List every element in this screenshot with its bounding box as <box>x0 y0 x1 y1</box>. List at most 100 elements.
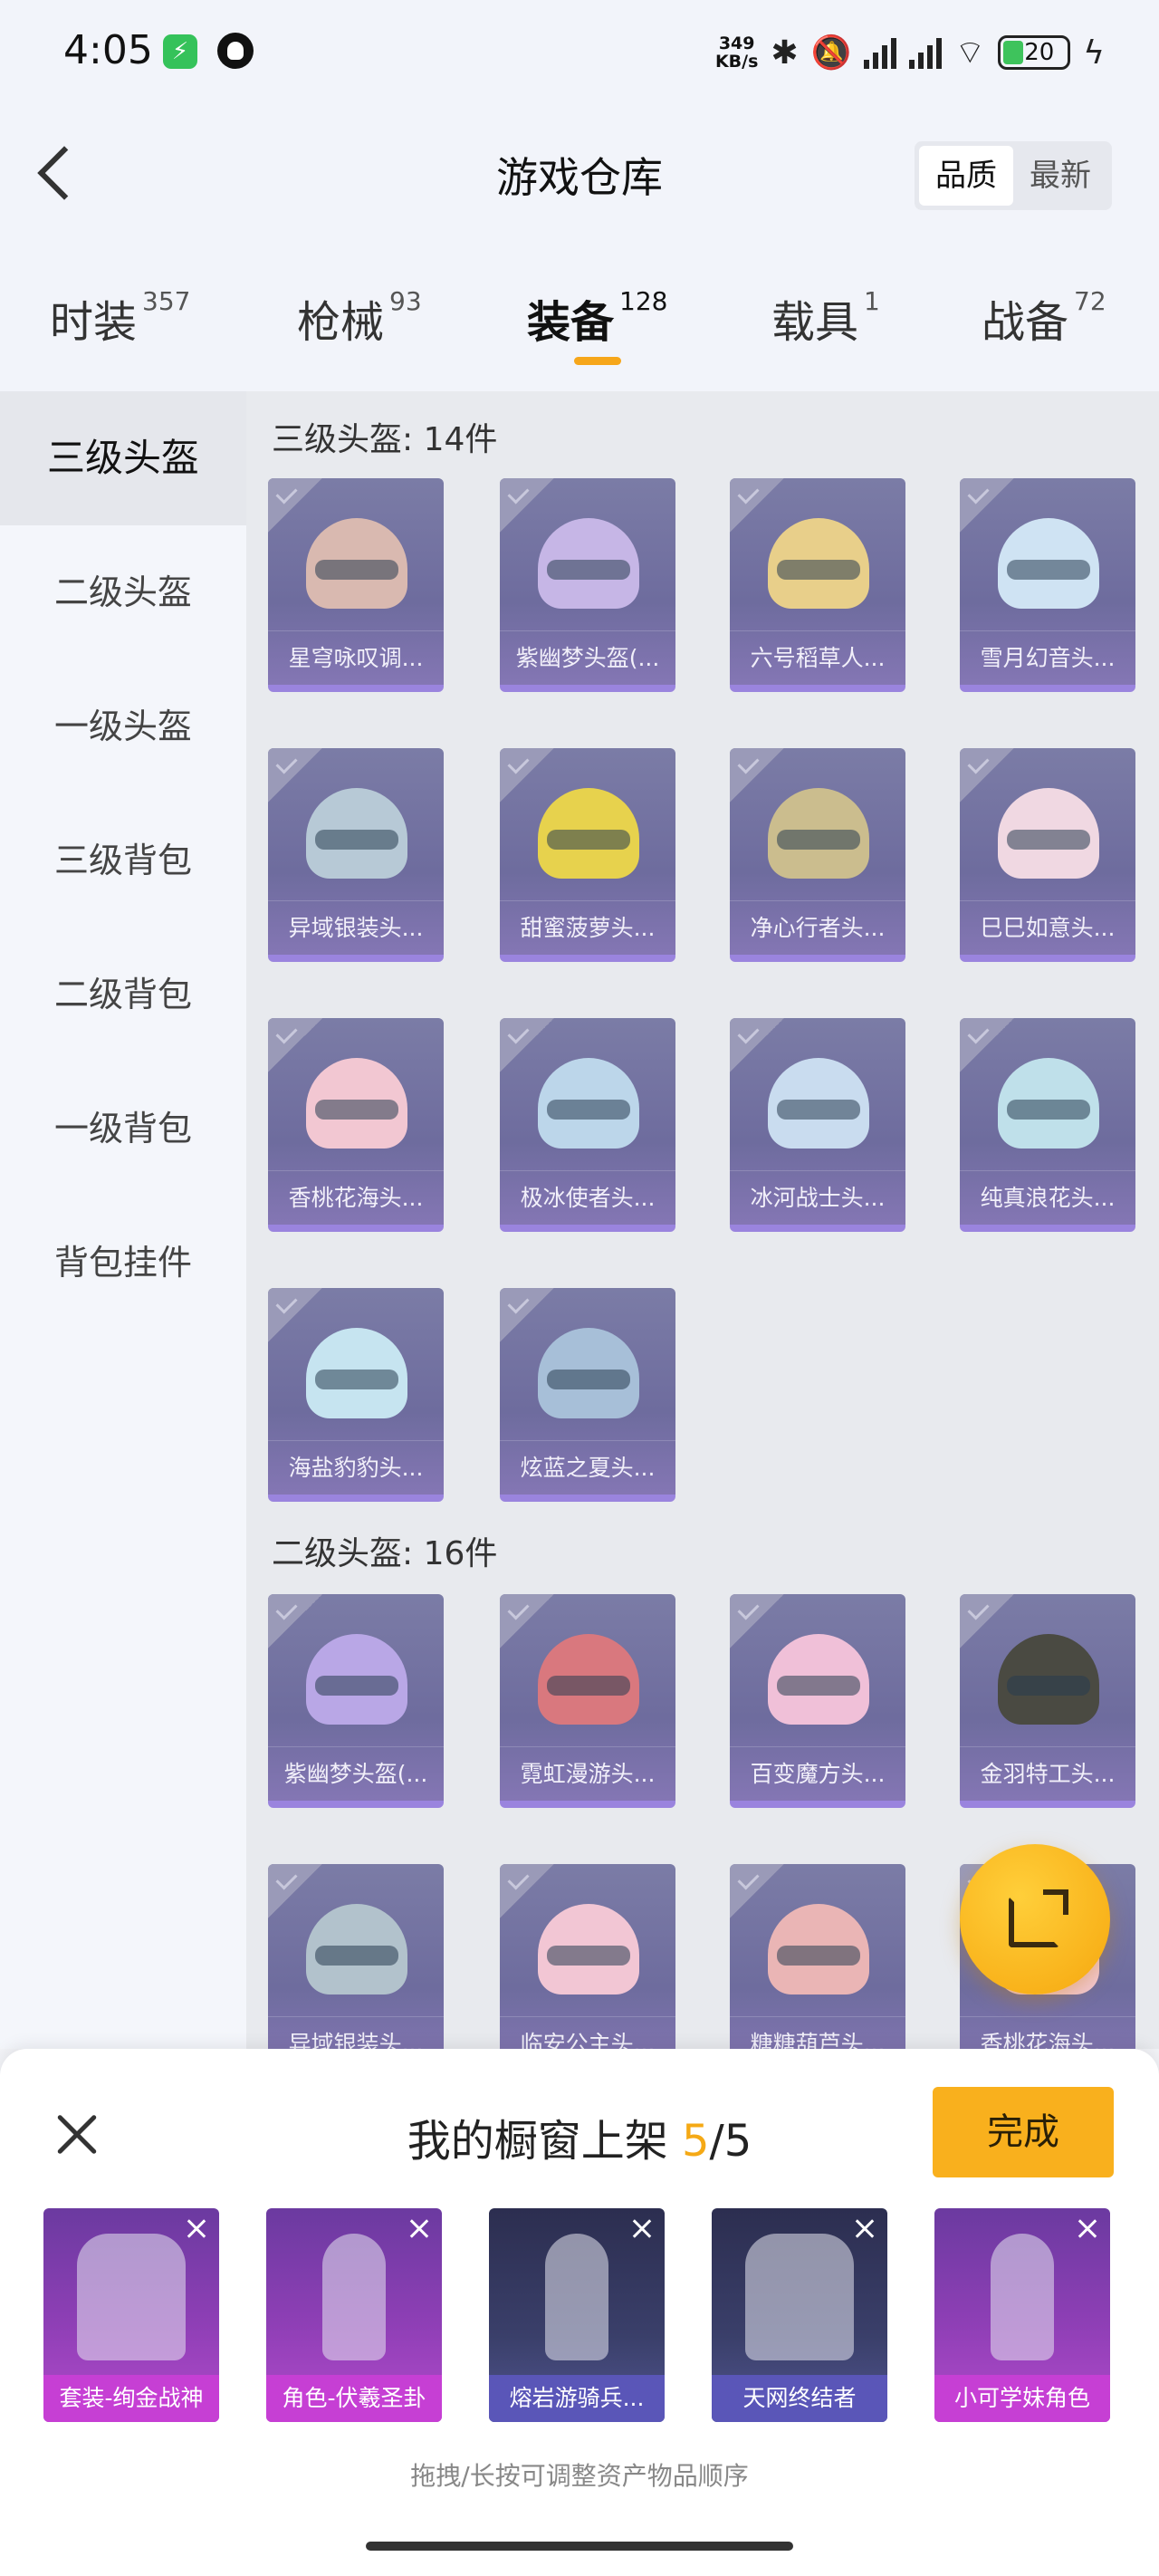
showcase-item-name: 角色-伏羲圣卦 <box>266 2375 442 2422</box>
qq-icon <box>217 33 254 69</box>
selected-check-icon <box>500 1288 554 1342</box>
showcase-item-name: 天网终结者 <box>712 2375 887 2422</box>
character-figure-icon <box>77 2234 186 2360</box>
showcase-item[interactable]: 套装-绚金战神 <box>43 2208 219 2422</box>
item-name: 六号稻草人... <box>730 630 905 685</box>
selected-check-icon <box>500 1864 554 1918</box>
home-indicator[interactable] <box>366 2542 793 2551</box>
tab-fashion[interactable]: 时装 357 <box>50 286 190 350</box>
item-card[interactable]: 净心行者头... <box>730 748 905 962</box>
character-figure-icon <box>745 2234 854 2360</box>
sidebar-item-level2-backpack[interactable]: 二级背包 <box>0 928 246 1062</box>
helmet-icon <box>538 1904 639 1994</box>
sidebar-item-level3-backpack[interactable]: 三级背包 <box>0 793 246 928</box>
remove-item-icon[interactable] <box>1074 2216 1101 2243</box>
helmet-icon <box>768 1058 869 1149</box>
selected-check-icon <box>960 1594 1014 1648</box>
signal-hd-icon <box>864 36 897 69</box>
remove-item-icon[interactable] <box>851 2216 878 2243</box>
done-button[interactable]: 完成 <box>933 2087 1114 2177</box>
item-card[interactable]: 巳巳如意头... <box>960 748 1135 962</box>
net-speed-unit: KB/s <box>714 52 759 72</box>
item-card[interactable]: 甜蜜菠萝头... <box>500 748 675 962</box>
item-card[interactable]: 霓虹漫游头... <box>500 1594 675 1808</box>
item-card[interactable]: 雪月幻音头... <box>960 478 1135 692</box>
item-name: 香桃花海头... <box>960 2016 1135 2049</box>
wifi-icon: ⌔ <box>954 34 986 72</box>
item-card[interactable]: 紫幽梦头盔(... <box>500 478 675 692</box>
helmet-icon <box>768 1634 869 1725</box>
sidebar-item-backpack-charm[interactable]: 背包挂件 <box>0 1196 246 1330</box>
selected-check-icon <box>268 748 322 803</box>
item-card[interactable]: 异域银装头... <box>268 748 444 962</box>
item-grid: 三级头盔: 14件 二级头盔: 16件 星穹咏叹调... 紫幽梦头盔(... 六号稻… <box>246 391 1159 2049</box>
selected-check-icon <box>500 1594 554 1648</box>
reorder-hint: 拖拽/长按可调整资产物品顺序 <box>410 2461 749 2491</box>
item-name: 冰河战士头... <box>730 1170 905 1225</box>
selected-check-icon <box>960 748 1014 803</box>
tab-label: 装备 <box>527 297 615 348</box>
helmet-icon <box>998 1058 1099 1149</box>
selected-check-icon <box>730 748 784 803</box>
showcase-item[interactable]: 天网终结者 <box>712 2208 887 2422</box>
showcase-item[interactable]: 熔岩游骑兵... <box>489 2208 665 2422</box>
share-arrow-icon <box>1043 1889 1068 1915</box>
sidebar-item-level2-helmet[interactable]: 二级头盔 <box>0 525 246 659</box>
remove-item-icon[interactable] <box>628 2216 656 2243</box>
item-card[interactable]: 紫幽梦头盔(... <box>268 1594 444 1808</box>
sort-newest-option[interactable]: 最新 <box>1013 146 1107 206</box>
tab-vehicles[interactable]: 载具 1 <box>771 286 880 350</box>
selected-check-icon <box>730 1018 784 1072</box>
sidebar-item-level1-backpack[interactable]: 一级背包 <box>0 1062 246 1196</box>
item-card[interactable]: 临安公主头... <box>500 1864 675 2049</box>
item-name: 临安公主头... <box>500 2016 675 2049</box>
showcase-item[interactable]: 角色-伏羲圣卦 <box>266 2208 442 2422</box>
showcase-item-name: 熔岩游骑兵... <box>489 2375 665 2422</box>
item-name: 异域银装头... <box>268 900 444 955</box>
selected-check-icon <box>730 1594 784 1648</box>
section-title: 二级头盔: 16件 <box>272 1535 498 1572</box>
category-tabs: 时装 357 枪械 93 装备 128 载具 1 战备 72 <box>0 241 1159 391</box>
item-card[interactable]: 糖糖葫芦头... <box>730 1864 905 2049</box>
showcase-item[interactable]: 小可学妹角色 <box>934 2208 1110 2422</box>
sidebar-item-level1-helmet[interactable]: 一级头盔 <box>0 659 246 793</box>
item-card[interactable]: 香桃花海头... <box>268 1018 444 1232</box>
item-card[interactable]: 金羽特工头... <box>960 1594 1135 1808</box>
tab-label: 战备 <box>982 297 1069 348</box>
tab-equipment[interactable]: 装备 128 <box>527 286 667 350</box>
helmet-icon <box>306 518 407 609</box>
tab-supplies[interactable]: 战备 72 <box>982 286 1106 350</box>
item-card[interactable]: 星穹咏叹调... <box>268 478 444 692</box>
share-button[interactable] <box>960 1844 1110 1994</box>
item-card[interactable]: 海盐豹豹头... <box>268 1288 444 1502</box>
item-card[interactable]: 冰河战士头... <box>730 1018 905 1232</box>
helmet-icon <box>306 1328 407 1418</box>
battery-icon: 20 <box>998 35 1071 70</box>
remove-item-icon[interactable] <box>183 2216 210 2243</box>
showcase-current-count: 5 <box>682 2116 710 2167</box>
sort-quality-option[interactable]: 品质 <box>919 146 1013 206</box>
item-card[interactable]: 炫蓝之夏头... <box>500 1288 675 1502</box>
helmet-icon <box>538 518 639 609</box>
item-card[interactable]: 异域银装头... <box>268 1864 444 2049</box>
item-card[interactable]: 百变魔方头... <box>730 1594 905 1808</box>
item-card[interactable]: 极冰使者头... <box>500 1018 675 1232</box>
helmet-icon <box>538 1328 639 1418</box>
character-figure-icon <box>545 2234 608 2360</box>
selected-check-icon <box>730 478 784 533</box>
character-figure-icon <box>322 2234 386 2360</box>
remove-item-icon[interactable] <box>406 2216 433 2243</box>
status-bar: 4:05 ⚡ 349 KB/s ✱ 🔕 ⌔ 20 ϟ <box>0 0 1159 105</box>
item-card[interactable]: 六号稻草人... <box>730 478 905 692</box>
helmet-icon <box>768 788 869 879</box>
tab-count: 1 <box>864 286 880 316</box>
tab-weapons[interactable]: 枪械 93 <box>297 286 422 350</box>
selected-check-icon <box>268 478 322 533</box>
item-name: 糖糖葫芦头... <box>730 2016 905 2049</box>
signal-hd-icon <box>909 36 943 69</box>
status-icons: 349 KB/s ✱ 🔕 ⌔ 20 ϟ <box>715 31 1105 74</box>
sidebar-item-level3-helmet[interactable]: 三级头盔 <box>0 391 246 525</box>
helmet-icon <box>538 788 639 879</box>
selected-check-icon <box>268 1594 322 1648</box>
item-card[interactable]: 纯真浪花头... <box>960 1018 1135 1232</box>
